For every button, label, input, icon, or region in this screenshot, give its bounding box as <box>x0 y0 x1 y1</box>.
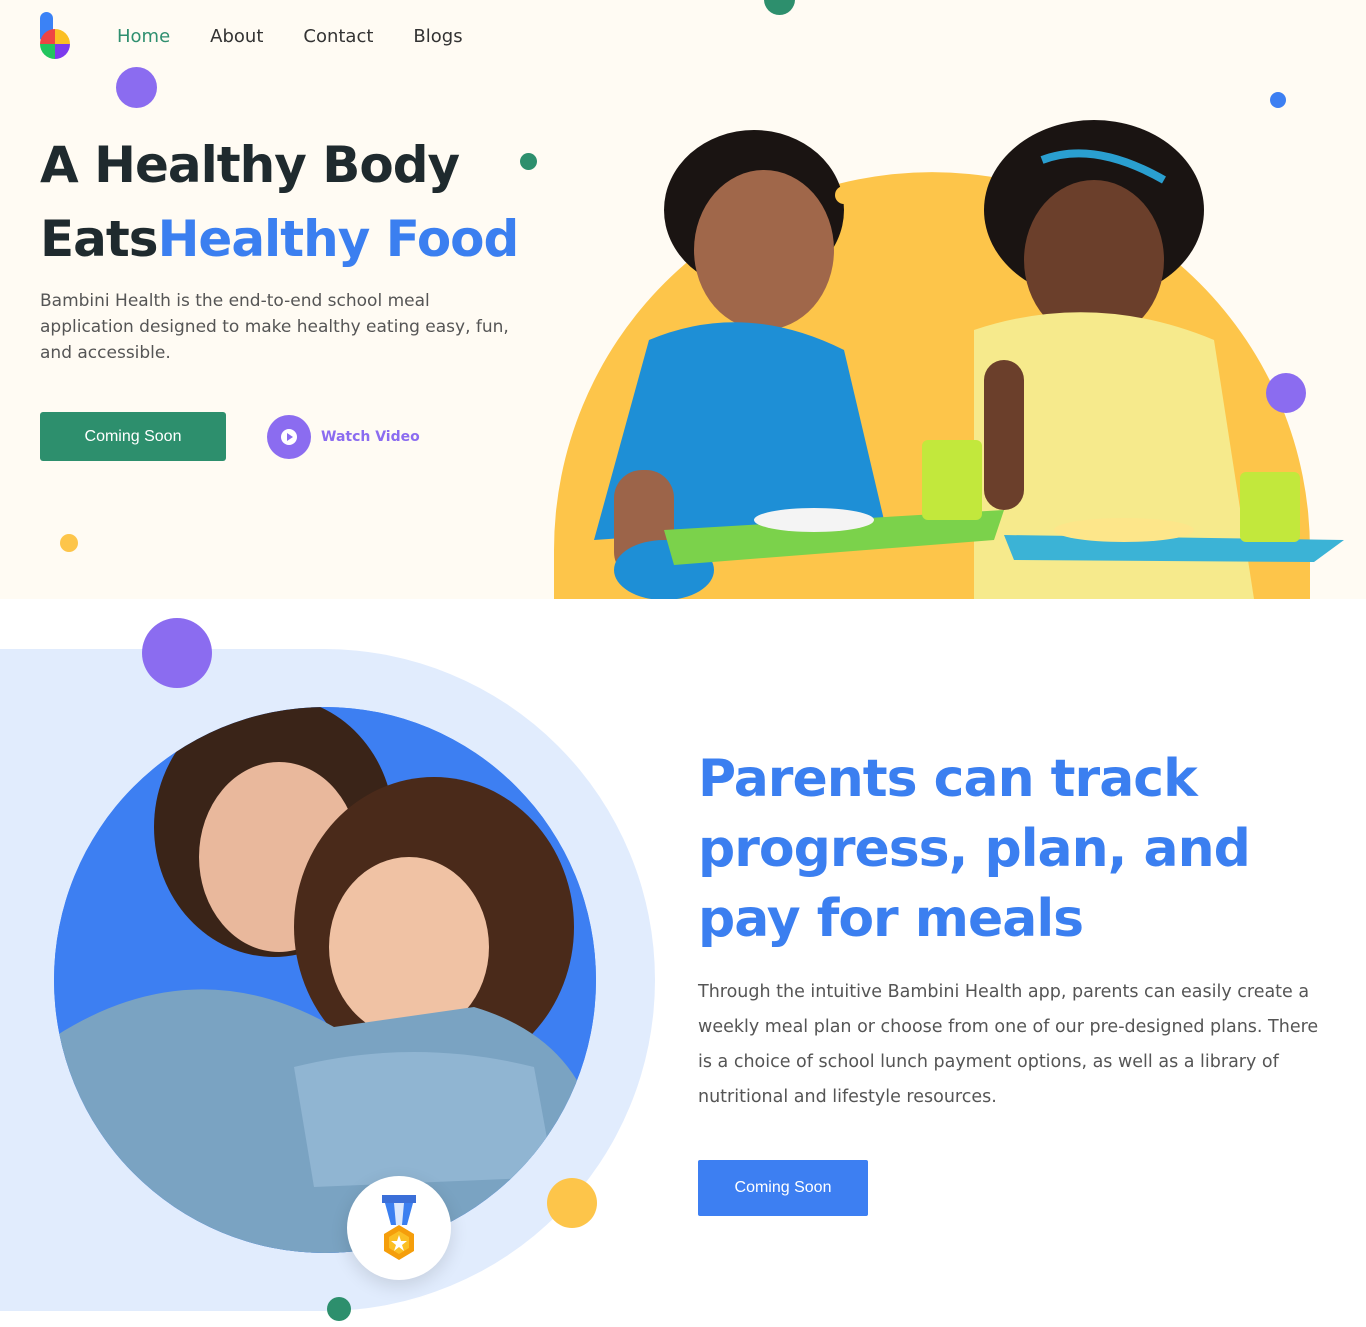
medal-badge <box>347 1176 451 1280</box>
nav-about-link[interactable]: About <box>210 25 263 49</box>
hero-title-line2-dark: Eats <box>40 210 159 268</box>
kids-with-lunch-trays-image <box>554 120 1344 599</box>
nav-blogs-link[interactable]: Blogs <box>413 25 462 49</box>
hero-title-highlight: Healthy Food <box>157 210 520 268</box>
medal-icon <box>382 1195 416 1260</box>
bambini-logo[interactable] <box>40 12 70 60</box>
decor-dot <box>764 0 795 15</box>
mother-and-daughter-photo <box>54 707 596 1253</box>
nav-home-link[interactable]: Home <box>117 25 170 49</box>
parents-body: Through the intuitive Bambini Health app… <box>698 982 1319 1107</box>
nav-contact-link[interactable]: Contact <box>303 25 373 49</box>
decor-dot <box>327 1297 351 1321</box>
parents-section: Parents can track progress, plan, and pa… <box>0 599 1366 1327</box>
decor-dot <box>60 534 78 552</box>
coming-soon-button[interactable]: Coming Soon <box>40 412 226 461</box>
decor-dot <box>547 1178 597 1228</box>
parents-title: Parents can track progress, plan, and pa… <box>698 749 1251 949</box>
decor-dot <box>142 618 212 688</box>
main-nav: Home About Contact Blogs <box>117 25 463 49</box>
watch-video-label: Watch Video <box>321 429 420 445</box>
hero-title: A Healthy Body EatsHealthy Food <box>40 128 560 276</box>
hero-lead: Bambini Health is the end-to-end school … <box>40 291 509 363</box>
play-icon <box>267 415 311 459</box>
decor-dot <box>116 67 157 108</box>
coming-soon-button-secondary[interactable]: Coming Soon <box>698 1160 868 1216</box>
hero-section: Home About Contact Blogs A Healthy Body … <box>0 0 1366 599</box>
hero-title-line1: A Healthy Body <box>40 136 460 194</box>
watch-video-link[interactable]: Watch Video <box>267 415 420 459</box>
logo-ball <box>40 29 70 59</box>
